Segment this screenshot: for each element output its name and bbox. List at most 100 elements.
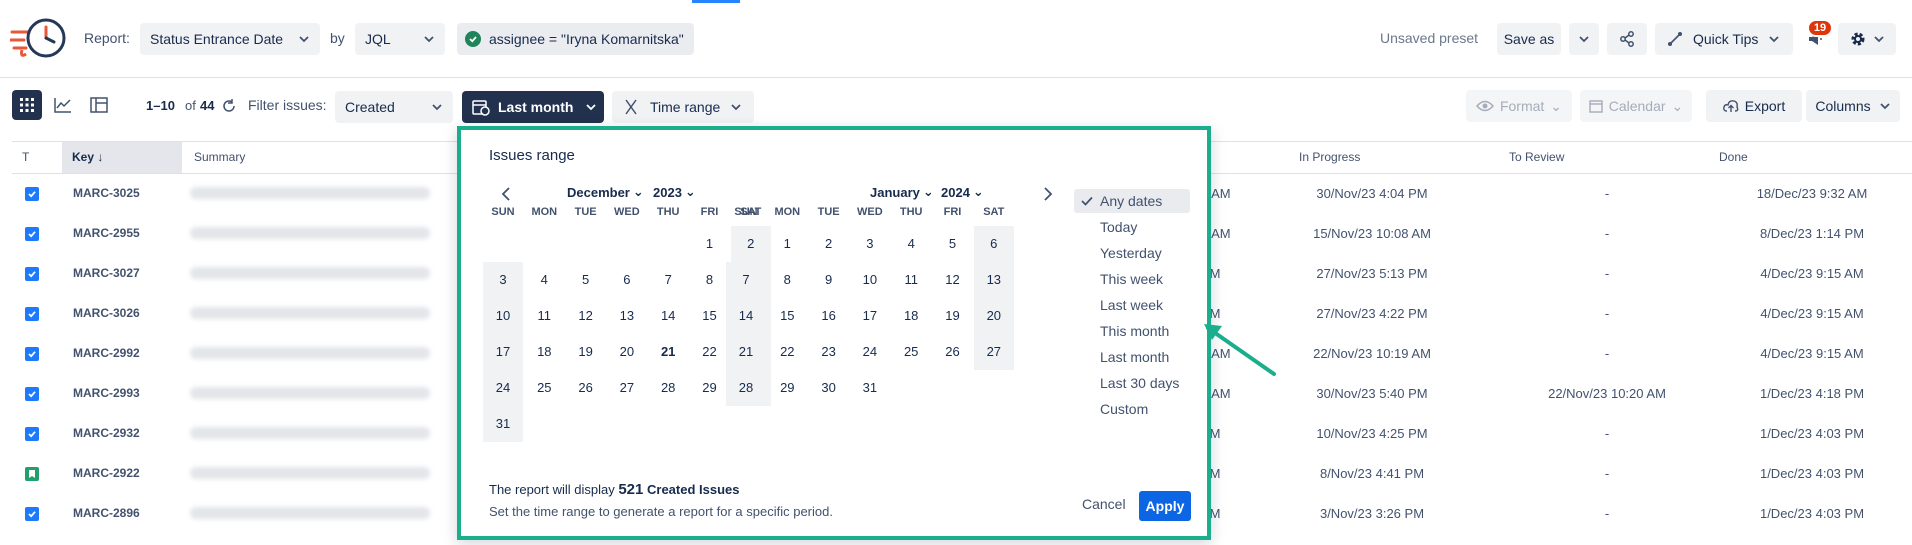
right-year-select[interactable]: 2024 ⌄ — [941, 184, 984, 200]
calendar-day[interactable]: 21 — [648, 334, 688, 370]
calendar-day[interactable]: 22 — [690, 334, 730, 370]
calendar-button[interactable]: Calendar ⌄ — [1580, 90, 1692, 122]
calendar-day[interactable]: 14 — [726, 298, 766, 334]
calendar-day[interactable]: 12 — [566, 298, 606, 334]
calendar-day[interactable]: 19 — [933, 298, 973, 334]
calendar-day[interactable]: 28 — [726, 370, 766, 406]
calendar-day[interactable]: 8 — [690, 262, 730, 298]
calendar-day[interactable]: 12 — [933, 262, 973, 298]
quick-range-option[interactable]: Any dates — [1074, 189, 1190, 213]
calendar-day[interactable]: 24 — [850, 334, 890, 370]
settings-button[interactable] — [1838, 23, 1896, 55]
calendar-day[interactable]: 18 — [524, 334, 564, 370]
calendar-day[interactable]: 7 — [726, 262, 766, 298]
calendar-day[interactable]: 14 — [648, 298, 688, 334]
column-header-done[interactable]: Done — [1709, 142, 1889, 173]
calendar-day[interactable]: 20 — [607, 334, 647, 370]
issue-key[interactable]: MARC-2922 — [73, 466, 140, 480]
calendar-day[interactable]: 13 — [607, 298, 647, 334]
calendar-day[interactable]: 13 — [974, 262, 1014, 298]
calendar-day[interactable]: 28 — [648, 370, 688, 406]
calendar-day[interactable]: 26 — [933, 334, 973, 370]
filter-select[interactable]: Created — [335, 91, 453, 123]
column-header-summary[interactable]: Summary — [184, 142, 484, 173]
columns-button[interactable]: Columns — [1806, 90, 1900, 122]
quick-range-option[interactable]: Today — [1074, 215, 1190, 239]
calendar-day[interactable]: 5 — [566, 262, 606, 298]
apply-button[interactable]: Apply — [1139, 491, 1191, 521]
calendar-day[interactable]: 9 — [809, 262, 849, 298]
calendar-day[interactable]: 2 — [731, 226, 771, 262]
calendar-day[interactable]: 18 — [891, 298, 931, 334]
calendar-day[interactable]: 29 — [767, 370, 807, 406]
calendar-day[interactable]: 7 — [648, 262, 688, 298]
calendar-day[interactable]: 25 — [524, 370, 564, 406]
calendar-day[interactable]: 27 — [974, 334, 1014, 370]
column-header-in-progress[interactable]: In Progress — [1289, 142, 1469, 173]
quick-range-option[interactable]: Last week — [1074, 293, 1190, 317]
export-button[interactable]: Export — [1706, 90, 1802, 122]
period-button[interactable]: Last month — [462, 91, 604, 123]
calendar-day[interactable]: 29 — [690, 370, 730, 406]
calendar-day[interactable]: 8 — [767, 262, 807, 298]
by-select[interactable]: JQL — [355, 23, 445, 55]
calendar-day[interactable]: 26 — [566, 370, 606, 406]
calendar-day[interactable]: 27 — [607, 370, 647, 406]
quick-range-option[interactable]: Yesterday — [1074, 241, 1190, 265]
jql-filter-chip[interactable]: assignee = "Iryna Komarnitska" — [457, 23, 694, 55]
calendar-day[interactable]: 19 — [566, 334, 606, 370]
calendar-day[interactable]: 22 — [767, 334, 807, 370]
left-month-select[interactable]: December ⌄ — [567, 184, 644, 200]
calendar-day[interactable]: 10 — [850, 262, 890, 298]
left-year-select[interactable]: 2023 ⌄ — [653, 184, 696, 200]
calendar-day[interactable]: 4 — [891, 226, 931, 262]
issue-key[interactable]: MARC-3025 — [73, 186, 140, 200]
calendar-day[interactable]: 3 — [850, 226, 890, 262]
quick-range-option[interactable]: Custom — [1074, 397, 1190, 421]
right-month-select[interactable]: January ⌄ — [870, 184, 934, 200]
prev-month-button[interactable] — [494, 182, 518, 206]
refresh-icon[interactable] — [222, 99, 236, 113]
calendar-day[interactable]: 11 — [891, 262, 931, 298]
calendar-day[interactable]: 25 — [891, 334, 931, 370]
quick-tips-button[interactable]: Quick Tips — [1655, 23, 1793, 55]
chart-view-button[interactable] — [48, 90, 78, 120]
calendar-day[interactable]: 4 — [524, 262, 564, 298]
calendar-day[interactable]: 31 — [850, 370, 890, 406]
issue-key[interactable]: MARC-2896 — [73, 506, 140, 520]
calendar-day[interactable]: 20 — [974, 298, 1014, 334]
issue-key[interactable]: MARC-2992 — [73, 346, 140, 360]
calendar-day[interactable]: 6 — [607, 262, 647, 298]
issue-key[interactable]: MARC-2955 — [73, 226, 140, 240]
quick-range-option[interactable]: Last 30 days — [1074, 371, 1190, 395]
time-range-button[interactable]: Time range — [612, 91, 754, 123]
cancel-button[interactable]: Cancel — [1082, 496, 1126, 512]
calendar-day[interactable]: 15 — [767, 298, 807, 334]
calendar-day[interactable]: 23 — [809, 334, 849, 370]
layout-view-button[interactable] — [84, 90, 114, 120]
calendar-day[interactable]: 24 — [483, 370, 523, 406]
calendar-day[interactable]: 2 — [809, 226, 849, 262]
save-as-button[interactable]: Save as — [1497, 23, 1561, 55]
calendar-day[interactable]: 21 — [726, 334, 766, 370]
calendar-day[interactable]: 3 — [483, 262, 523, 298]
calendar-day[interactable]: 31 — [483, 406, 523, 442]
calendar-day[interactable]: 10 — [483, 298, 523, 334]
share-button[interactable] — [1607, 23, 1647, 55]
calendar-day[interactable]: 30 — [809, 370, 849, 406]
issue-key[interactable]: MARC-3027 — [73, 266, 140, 280]
column-header-key[interactable]: Key ↓ — [62, 142, 182, 173]
calendar-day[interactable]: 16 — [809, 298, 849, 334]
calendar-day[interactable]: 5 — [933, 226, 973, 262]
column-header-to-review[interactable]: To Review — [1499, 142, 1679, 173]
issue-key[interactable]: MARC-3026 — [73, 306, 140, 320]
calendar-day[interactable]: 1 — [767, 226, 807, 262]
calendar-day[interactable]: 1 — [690, 226, 730, 262]
issue-key[interactable]: MARC-2993 — [73, 386, 140, 400]
calendar-day[interactable]: 17 — [850, 298, 890, 334]
save-options-button[interactable] — [1569, 23, 1599, 55]
column-header-type[interactable]: T — [12, 142, 62, 173]
grid-view-button[interactable] — [12, 90, 42, 120]
format-button[interactable]: Format ⌄ — [1466, 90, 1572, 122]
issue-key[interactable]: MARC-2932 — [73, 426, 140, 440]
